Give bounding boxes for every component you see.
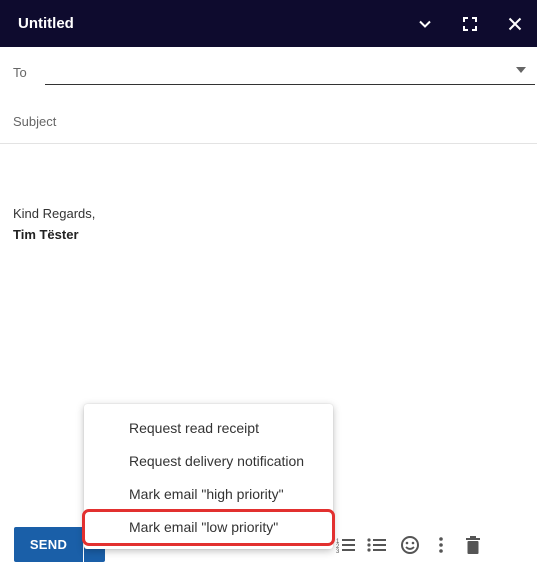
numbered-list-icon[interactable]: 1 2 3 <box>334 533 358 557</box>
menu-item-read-receipt[interactable]: Request read receipt <box>84 412 333 445</box>
close-button[interactable] <box>492 0 537 47</box>
minimize-button[interactable] <box>402 0 447 47</box>
closing-text: Kind Regards, <box>13 206 96 221</box>
fullscreen-icon <box>462 16 477 31</box>
menu-item-delivery-notification[interactable]: Request delivery notification <box>84 445 333 478</box>
compose-titlebar: Untitled <box>0 0 537 47</box>
fullscreen-button[interactable] <box>447 0 492 47</box>
dropdown-caret-icon[interactable] <box>516 67 526 73</box>
send-button[interactable]: SEND <box>14 527 83 562</box>
menu-item-high-priority[interactable]: Mark email "high priority" <box>84 478 333 511</box>
to-field[interactable] <box>45 58 535 85</box>
subject-field[interactable] <box>13 110 513 132</box>
to-label: To <box>13 65 27 80</box>
trash-icon[interactable] <box>461 533 485 557</box>
bulleted-list-icon[interactable] <box>365 533 389 557</box>
message-body[interactable]: Kind Regards, Tim Tëster <box>13 203 95 245</box>
signature-name: Tim Tëster <box>13 227 79 242</box>
more-options-icon[interactable] <box>429 533 453 557</box>
emoji-icon[interactable] <box>398 533 422 557</box>
svg-text:3: 3 <box>336 549 340 553</box>
chevron-down-icon <box>418 20 431 28</box>
window-title: Untitled <box>18 15 74 32</box>
close-icon <box>508 17 521 30</box>
menu-item-low-priority[interactable]: Mark email "low priority" <box>82 509 335 546</box>
send-options-menu: Request read receipt Request delivery no… <box>82 404 335 549</box>
to-row: To <box>0 48 537 96</box>
subject-row <box>0 96 537 144</box>
